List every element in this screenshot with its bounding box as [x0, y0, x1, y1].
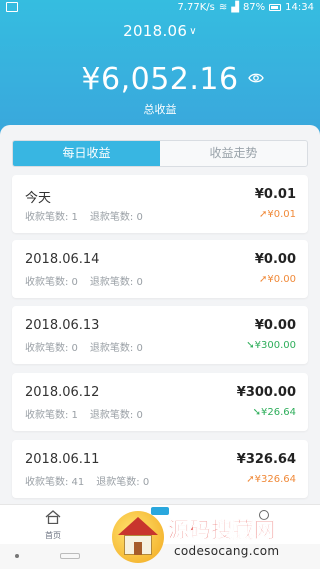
receive-count: 收款笔数: 0 [25, 343, 78, 354]
day-trend: ➚¥0.01 [259, 209, 296, 220]
tab-daily-earnings[interactable]: 每日收益 [13, 141, 160, 166]
nav-home-label: 首页 [45, 531, 61, 540]
list-item[interactable]: 今天 收款笔数: 1 退款笔数: 0 ¥0.01 ➚¥0.01 [12, 175, 308, 233]
day-date: 2018.06.13 [25, 318, 100, 333]
home-icon [45, 510, 61, 525]
status-right: 7.77K/s ≋ ▟ 87% 14:34 [177, 2, 314, 13]
day-amount: ¥0.01 [254, 187, 296, 202]
day-amount: ¥0.00 [254, 318, 296, 333]
refund-count: 退款笔数: 0 [89, 212, 143, 223]
trend-value: ¥300.00 [254, 340, 296, 351]
list-item[interactable]: 2018.06.12 收款笔数: 1 退款笔数: 0 ¥300.00 ➘¥26.6… [12, 373, 308, 431]
day-trend: ➘¥26.64 [253, 407, 296, 418]
status-bar: 7.77K/s ≋ ▟ 87% 14:34 [0, 0, 320, 16]
tab-earnings-trend[interactable]: 收益走势 [160, 141, 307, 166]
day-amount: ¥300.00 [236, 385, 296, 400]
list-item[interactable]: 2018.06.11 收款笔数: 41 退款笔数: 0 ¥326.64 ➚¥326… [12, 440, 308, 498]
month-selector[interactable]: 2018.06 ∨ [0, 22, 320, 40]
image-notification-icon [6, 2, 18, 12]
arrow-down-icon: ➘ [246, 340, 255, 351]
receive-count: 收款笔数: 0 [25, 277, 78, 288]
battery-percent: 87% [242, 2, 266, 13]
trend-value: ¥26.64 [261, 407, 296, 418]
month-label: 2018.06 [123, 22, 188, 40]
day-date: 2018.06.12 [25, 385, 100, 400]
trend-value: ¥0.00 [267, 274, 296, 285]
refund-count: 退款笔数: 0 [96, 477, 150, 488]
day-date: 2018.06.11 [25, 452, 100, 467]
arrow-up-icon: ➚ [246, 474, 255, 485]
tab-bar: 每日收益 收益走势 [12, 140, 308, 167]
receive-count: 收款笔数: 1 [25, 410, 78, 421]
house-logo-icon [112, 511, 164, 563]
watermark-title: 源码搜藏网 [168, 518, 276, 543]
list-item[interactable]: 2018.06.13 收款笔数: 0 退款笔数: 0 ¥0.00 ➘¥300.00 [12, 306, 308, 364]
logo-door [134, 542, 142, 555]
content-panel: 每日收益 收益走势 今天 收款笔数: 1 退款笔数: 0 ¥0.01 ➚¥0.01… [0, 125, 320, 504]
receive-count: 收款笔数: 1 [25, 212, 78, 223]
refund-count: 退款笔数: 0 [89, 277, 143, 288]
day-date: 2018.06.14 [25, 252, 100, 267]
day-date: 今天 [25, 191, 52, 206]
clock: 14:34 [285, 2, 314, 13]
day-trend: ➘¥300.00 [246, 340, 296, 351]
trend-value: ¥326.64 [254, 474, 296, 485]
refund-count: 退款笔数: 0 [89, 343, 143, 354]
logo-roof [118, 517, 158, 535]
network-speed: 7.77K/s [177, 2, 215, 13]
day-counts: 收款笔数: 41 退款笔数: 0 [25, 473, 149, 488]
day-counts: 收款笔数: 0 退款笔数: 0 [25, 339, 143, 354]
trend-value: ¥0.01 [267, 209, 296, 220]
day-amount: ¥0.00 [254, 252, 296, 267]
watermark: 源码搜藏网 codesocang.com [112, 511, 320, 569]
list-item[interactable]: 2018.06.14 收款笔数: 0 退款笔数: 0 ¥0.00 ➚¥0.00 [12, 240, 308, 298]
day-trend: ➚¥0.00 [259, 274, 296, 285]
receive-count: 收款笔数: 41 [25, 477, 85, 488]
day-amount: ¥326.64 [236, 452, 296, 467]
total-amount: ¥6,052.16 [81, 62, 239, 97]
recent-apps-icon[interactable] [60, 553, 80, 559]
total-label: 总收益 [143, 103, 177, 116]
chevron-down-icon: ∨ [189, 26, 197, 37]
signal-icon: ▟ [231, 2, 239, 13]
nav-home[interactable]: 首页 [41, 509, 65, 541]
wifi-icon: ≋ [218, 2, 228, 13]
eye-icon[interactable] [248, 72, 264, 84]
arrow-down-icon: ➘ [252, 407, 261, 418]
day-trend: ➚¥326.64 [246, 474, 296, 485]
refund-count: 退款笔数: 0 [89, 410, 143, 421]
battery-icon [269, 4, 282, 11]
day-counts: 收款笔数: 1 退款笔数: 0 [25, 406, 143, 421]
watermark-url: codesocang.com [174, 544, 280, 558]
header: 7.77K/s ≋ ▟ 87% 14:34 2018.06 ∨ ¥6,052.16… [0, 0, 320, 140]
day-counts: 收款笔数: 1 退款笔数: 0 [25, 208, 143, 223]
day-counts: 收款笔数: 0 退款笔数: 0 [25, 273, 143, 288]
nav-dot-icon[interactable] [15, 554, 19, 558]
